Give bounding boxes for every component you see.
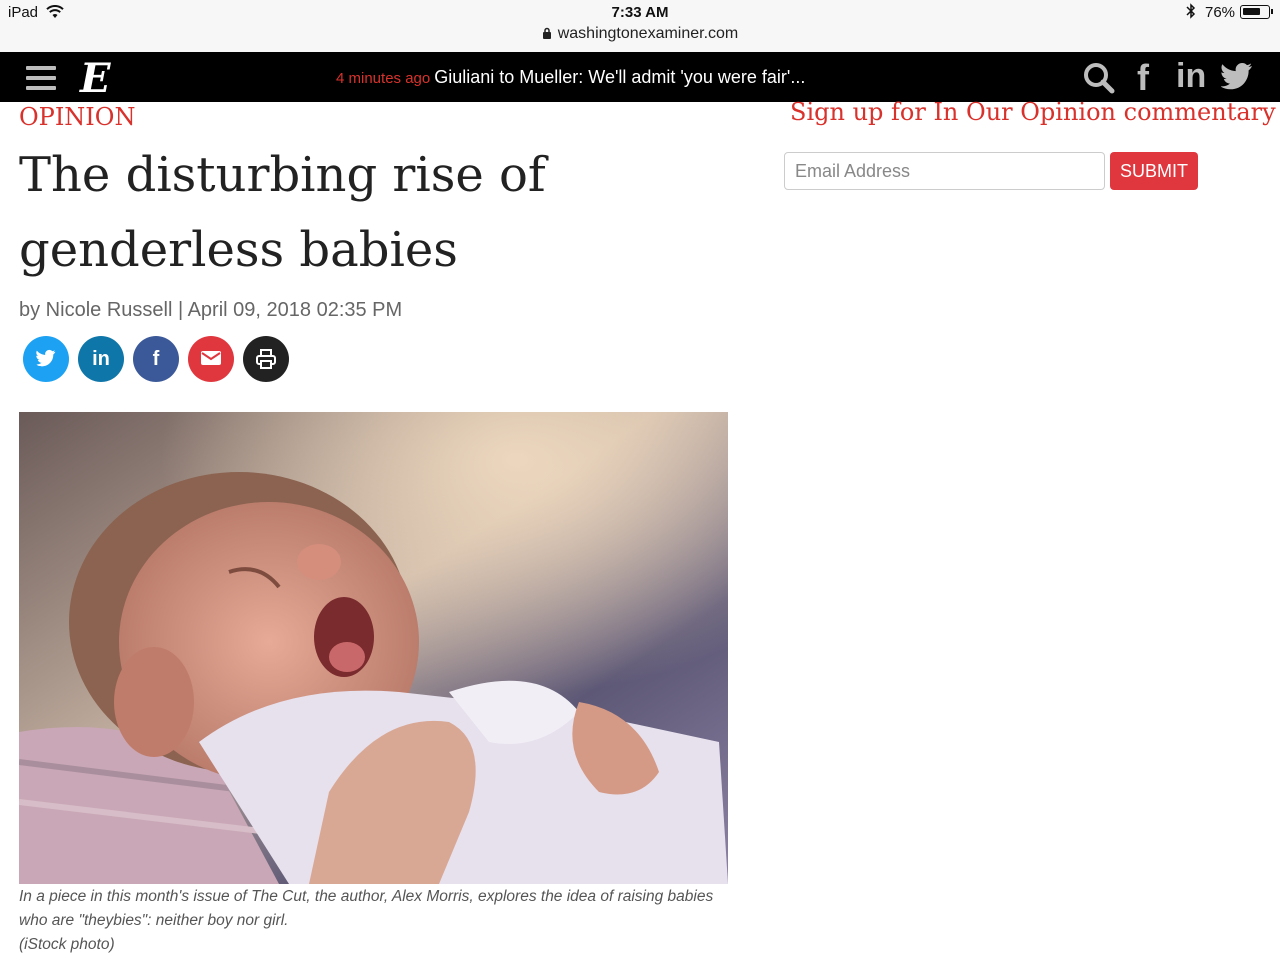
photo-caption: In a piece in this month's issue of The … xyxy=(19,885,739,957)
linkedin-icon[interactable]: in xyxy=(1176,57,1206,95)
status-bar: iPad 7:33 AM washingtonexaminer.com 76% xyxy=(0,0,1280,52)
article-photo xyxy=(19,412,728,884)
address-bar[interactable]: washingtonexaminer.com xyxy=(0,25,1280,44)
email-share-button[interactable] xyxy=(188,336,234,382)
battery-icon xyxy=(1240,5,1273,19)
search-icon[interactable] xyxy=(1083,62,1115,94)
photo-credit: (iStock photo) xyxy=(19,936,115,953)
lock-icon xyxy=(542,26,552,44)
newsletter-title: Sign up for In Our Opinion commentary xyxy=(790,98,1276,126)
news-ticker[interactable]: 4 minutes ago Giuliani to Mueller: We'll … xyxy=(336,67,805,88)
battery-level-fill xyxy=(1243,8,1260,15)
print-button[interactable] xyxy=(243,336,289,382)
article-byline: by Nicole Russell | April 09, 2018 02:35… xyxy=(19,299,403,321)
linkedin-share-button[interactable]: in xyxy=(78,336,124,382)
site-logo[interactable]: E xyxy=(80,55,111,102)
clock: 7:33 AM xyxy=(611,4,669,21)
ticker-headline[interactable]: Giuliani to Mueller: We'll admit 'you we… xyxy=(434,67,805,87)
twitter-share-button[interactable] xyxy=(23,336,69,382)
site-navbar: E 4 minutes ago Giuliani to Mueller: We'l… xyxy=(0,52,1280,102)
caption-text: In a piece in this month's issue of The … xyxy=(19,888,714,929)
url-text: washingtonexaminer.com xyxy=(557,25,739,42)
article-category[interactable]: OPINION xyxy=(19,103,135,131)
battery-percent: 76% xyxy=(1205,4,1236,21)
facebook-icon[interactable]: f xyxy=(1137,57,1149,98)
submit-button[interactable]: SUBMIT xyxy=(1110,152,1198,190)
menu-icon[interactable] xyxy=(26,66,56,90)
facebook-share-button[interactable]: f xyxy=(133,336,179,382)
article-headline: The disturbing rise of genderless babies xyxy=(19,147,546,278)
ticker-time: 4 minutes ago xyxy=(336,70,431,87)
twitter-icon[interactable] xyxy=(1220,62,1253,92)
email-input[interactable] xyxy=(784,152,1105,190)
bluetooth-icon xyxy=(1186,3,1196,23)
